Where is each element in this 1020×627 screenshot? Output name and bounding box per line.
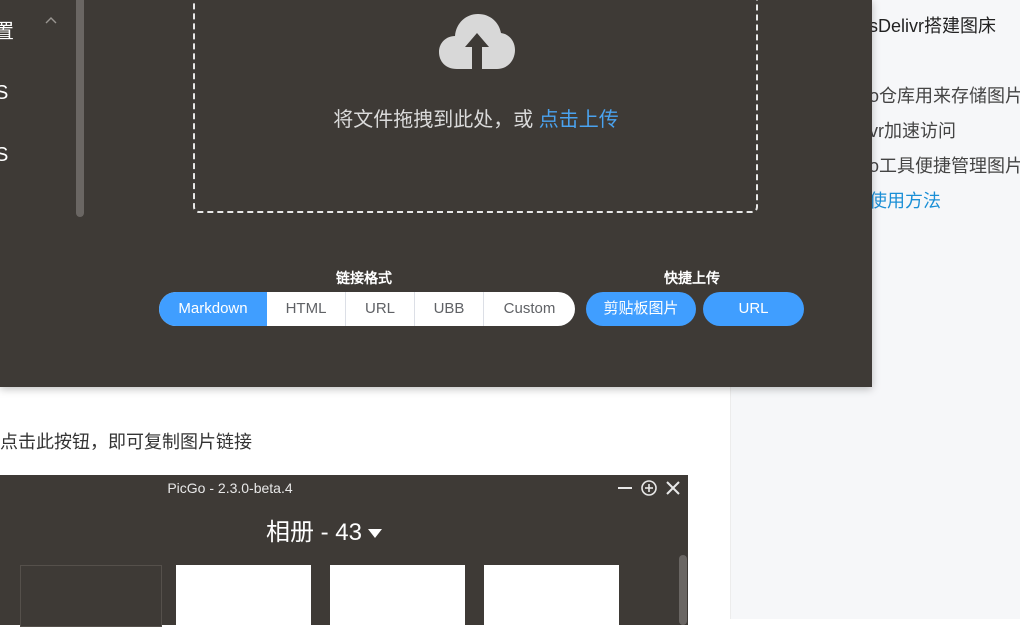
url-upload-button[interactable]: URL [703, 292, 804, 326]
toc-item[interactable]: o工具便捷管理图片 [869, 152, 1020, 178]
drop-text: 将文件拖拽到此处，或 [333, 109, 539, 131]
clipboard-upload-button[interactable]: 剪贴板图片 [586, 292, 696, 326]
format-ubb-button[interactable]: UBB [415, 292, 484, 326]
cloud-upload-icon [439, 14, 515, 69]
format-custom-button[interactable]: Custom [484, 292, 575, 326]
format-markdown-button[interactable]: Markdown [159, 292, 267, 326]
sidebar-item-label[interactable]: S [0, 82, 8, 105]
chevron-up-icon[interactable] [44, 14, 58, 28]
link-format-label: 链接格式 [336, 270, 392, 286]
album-screenshot: PicGo - 2.3.0-beta.4 相册 - 43 [0, 475, 688, 627]
format-url-button[interactable]: URL [346, 292, 415, 326]
toc-item-title[interactable]: sDelivr搭建图床 [869, 12, 996, 38]
caret-down-icon[interactable] [368, 529, 383, 539]
album-thumbnail[interactable] [484, 565, 619, 625]
picgo-upload-panel: 置 S S 将文件拖拽到此处，或 点击上传 链接格式 快捷上传 Markdown… [0, 0, 872, 387]
album-heading[interactable]: 相册 - 43 [0, 512, 648, 547]
album-scrollbar[interactable] [679, 555, 687, 625]
window-title: PicGo - 2.3.0-beta.4 [167, 480, 293, 496]
album-heading-text: 相册 - 43 [265, 519, 363, 546]
minimize-icon[interactable] [616, 479, 634, 497]
album-thumbnail[interactable] [330, 565, 465, 625]
format-html-button[interactable]: HTML [267, 292, 346, 326]
album-thumbnail[interactable] [176, 565, 311, 625]
article-caption: 点击此按钮，即可复制图片链接 [0, 432, 252, 452]
quick-upload-label: 快捷上传 [664, 270, 720, 286]
close-icon[interactable] [664, 479, 682, 497]
click-upload-link[interactable]: 点击上传 [539, 109, 619, 131]
link-format-segmented: Markdown HTML URL UBB Custom [159, 292, 575, 326]
toc-item-active[interactable]: 使用方法 [869, 187, 941, 213]
album-thumbnail[interactable] [20, 565, 162, 627]
maximize-icon[interactable] [640, 479, 658, 497]
drop-instructions: 将文件拖拽到此处，或 点击上传 [0, 103, 952, 132]
sidebar-item-label[interactable]: S [0, 144, 8, 167]
sidebar-item-label[interactable]: 置 [0, 15, 14, 44]
